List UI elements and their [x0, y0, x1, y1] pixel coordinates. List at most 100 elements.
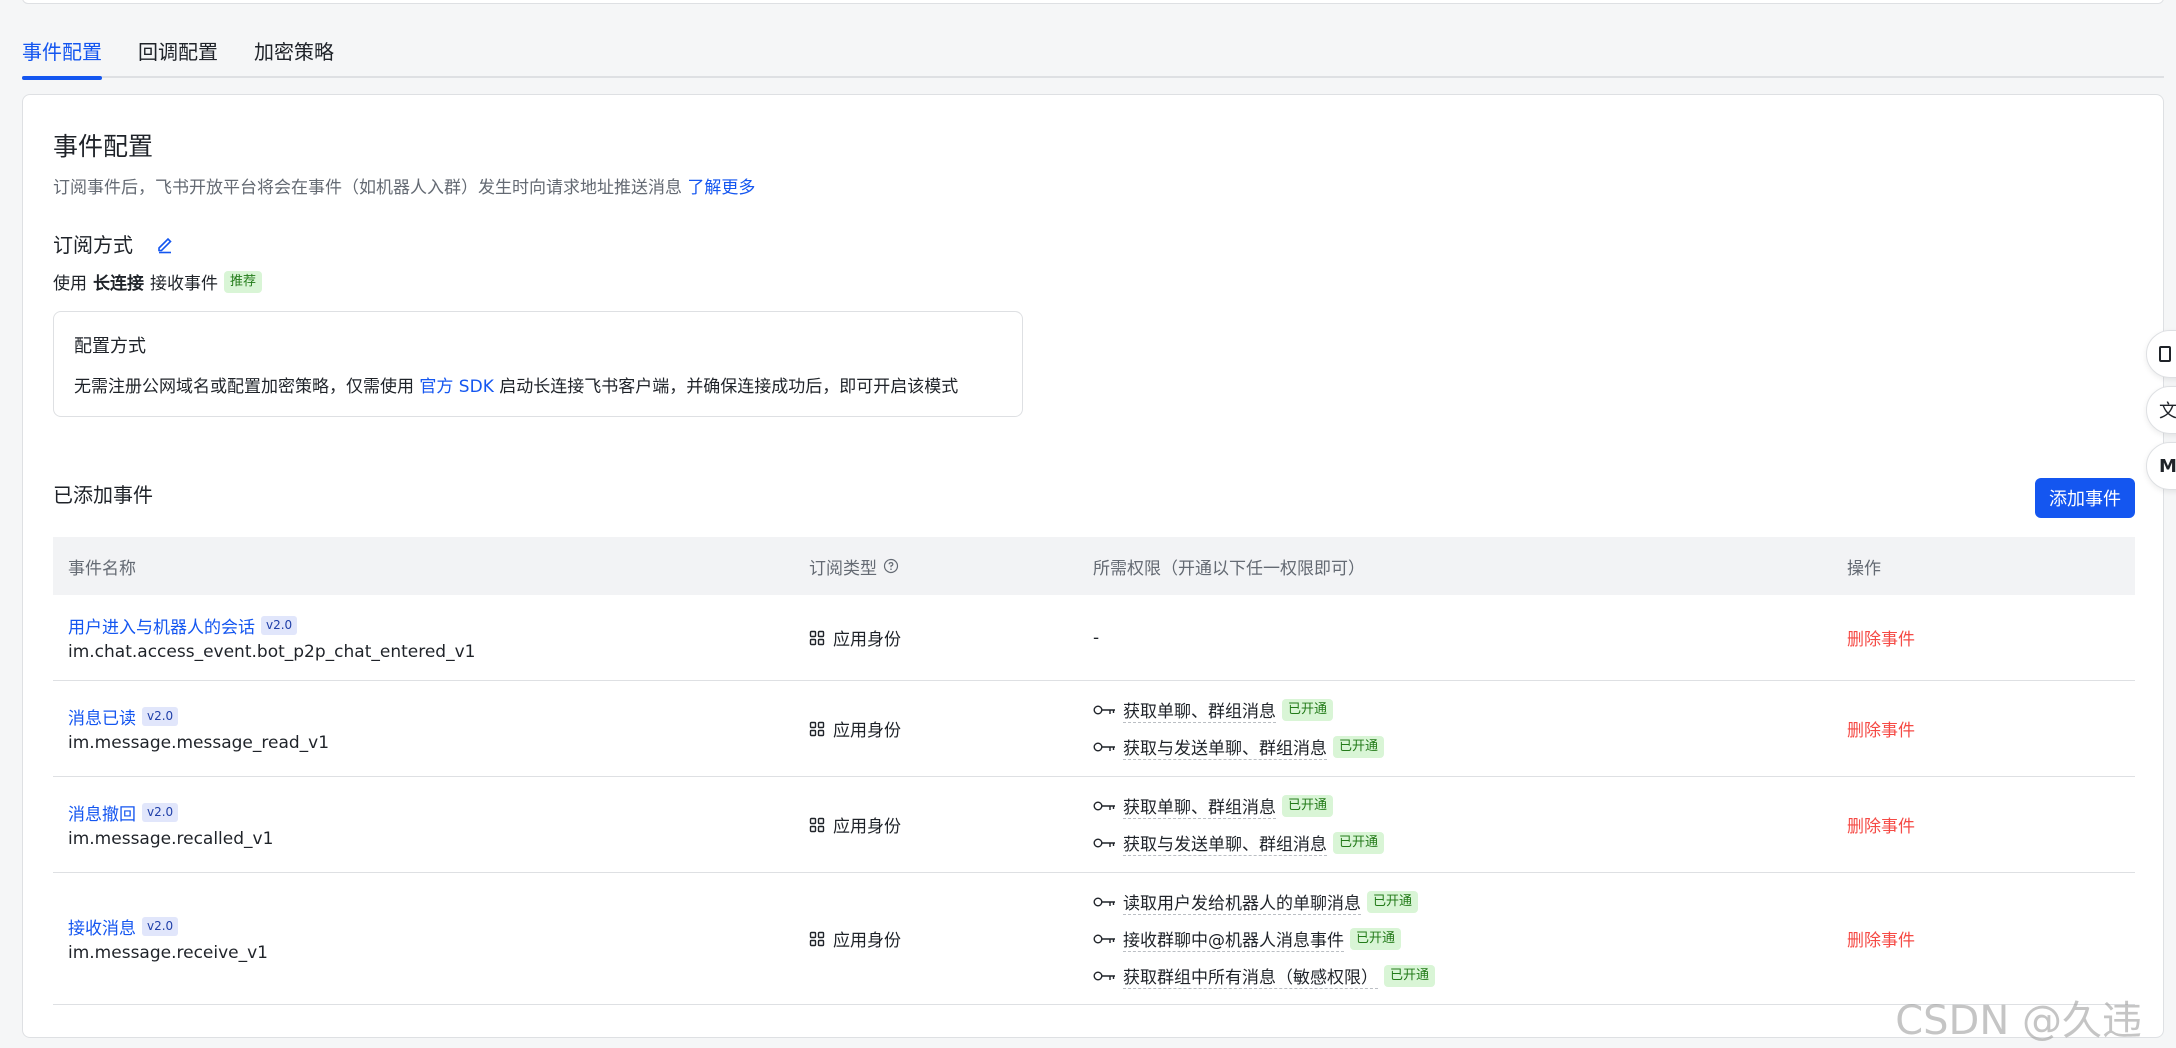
permission-name: 读取用户发给机器人的单聊消息 [1123, 889, 1361, 915]
tab-bar: 事件配置 回调配置 加密策略 [22, 28, 2164, 80]
subscription-type-cell: 应用身份 [809, 625, 1093, 650]
config-method-title: 配置方式 [74, 336, 146, 357]
subscription-mode-line: 使用 长连接 接收事件 推荐 [53, 269, 263, 294]
delete-event-button[interactable]: 删除事件 [1847, 817, 1915, 837]
subscription-type-text: 应用身份 [833, 630, 901, 650]
tab-event-config[interactable]: 事件配置 [22, 28, 102, 80]
event-cell: 消息已读 v2.0 im.message.message_read_v1 [53, 704, 809, 753]
permission-status-badge: 已开通 [1384, 964, 1436, 987]
version-badge: v2.0 [142, 803, 179, 822]
actions-cell: 删除事件 [1847, 926, 2135, 951]
learn-more-link[interactable]: 了解更多 [687, 178, 755, 198]
permissions-cell: 获取单聊、群组消息 已开通 获取与发送单聊、群组消息 已开通 [1093, 788, 1847, 862]
event-cell: 用户进入与机器人的会话 v2.0 im.chat.access_event.bo… [53, 613, 809, 662]
app-grid-icon [809, 931, 825, 946]
header-event-name: 事件名称 [68, 558, 136, 579]
table-row: 用户进入与机器人的会话 v2.0 im.chat.access_event.bo… [53, 595, 2135, 681]
table-row: 消息撤回 v2.0 im.message.recalled_v1 应用身份 获取… [53, 777, 2135, 873]
events-table: 事件名称 订阅类型 所需权限（开通以下任一权限即可） 操作 用户进入与机器人的会… [53, 537, 2135, 1005]
edit-icon[interactable] [155, 234, 175, 254]
event-key: im.message.receive_v1 [68, 943, 268, 963]
key-icon [1093, 705, 1115, 715]
method-name: 长连接 [93, 274, 144, 294]
watermark: CSDN @久违 [1895, 998, 2142, 1044]
event-name-text[interactable]: 消息撤回 [68, 800, 136, 825]
event-cell: 消息撤回 v2.0 im.message.recalled_v1 [53, 800, 809, 849]
no-permission-text: - [1093, 627, 1100, 648]
permission-name: 获取单聊、群组消息 [1123, 793, 1276, 819]
config-method-box: 配置方式 无需注册公网域名或配置加密策略，仅需使用 官方 SDK 启动长连接飞书… [53, 311, 1023, 417]
description-text: 订阅事件后，飞书开放平台将会在事件（如机器人入群）发生时向请求地址推送消息 [53, 178, 682, 198]
subscription-type-cell: 应用身份 [809, 812, 1093, 837]
key-icon [1093, 838, 1115, 848]
permissions-cell: 获取单聊、群组消息 已开通 获取与发送单聊、群组消息 已开通 [1093, 692, 1847, 766]
permission-name: 接收群聊中@机器人消息事件 [1123, 926, 1344, 952]
permission-status-badge: 已开通 [1333, 736, 1385, 758]
table-row: 消息已读 v2.0 im.message.message_read_v1 应用身… [53, 681, 2135, 777]
version-badge: v2.0 [142, 707, 179, 726]
event-name-text[interactable]: 消息已读 [68, 704, 136, 729]
permission-item: 接收群聊中@机器人消息事件 已开通 [1093, 920, 1847, 957]
delete-event-button[interactable]: 删除事件 [1847, 630, 1915, 650]
m-logo-icon: M [2159, 455, 2176, 477]
event-cell: 接收消息 v2.0 im.message.receive_v1 [53, 914, 809, 963]
event-key: im.message.message_read_v1 [68, 733, 330, 753]
table-header: 事件名称 订阅类型 所需权限（开通以下任一权限即可） 操作 [53, 537, 2135, 595]
permissions-cell: 读取用户发给机器人的单聊消息 已开通 接收群聊中@机器人消息事件 已开通 获取群… [1093, 883, 1847, 994]
actions-cell: 删除事件 [1847, 812, 2135, 837]
header-subscription-type: 订阅类型 [809, 554, 1093, 579]
help-circle-icon[interactable] [883, 558, 899, 574]
permission-name: 获取群组中所有消息（敏感权限） [1123, 963, 1378, 989]
permission-item: 获取与发送单聊、群组消息 已开通 [1093, 825, 1847, 862]
subscription-type-text: 应用身份 [833, 721, 901, 741]
translate-icon: 文 [2159, 401, 2176, 422]
event-name-link[interactable]: 接收消息 v2.0 [68, 914, 809, 939]
key-icon [1093, 742, 1115, 752]
tab-callback-config[interactable]: 回调配置 [138, 28, 218, 78]
event-name-text[interactable]: 用户进入与机器人的会话 [68, 613, 255, 638]
header-actions: 操作 [1847, 558, 1881, 579]
official-sdk-link[interactable]: 官方 SDK [419, 377, 493, 397]
subscription-type-cell: 应用身份 [809, 716, 1093, 741]
subscription-method-label: 订阅方式 [53, 229, 175, 258]
config-text-1: 无需注册公网域名或配置加密策略，仅需使用 [74, 377, 414, 397]
actions-cell: 删除事件 [1847, 625, 2135, 650]
permission-item: 获取群组中所有消息（敏感权限） 已开通 [1093, 957, 1847, 994]
use-suffix: 接收事件 [150, 274, 218, 294]
recommend-badge: 推荐 [224, 270, 263, 293]
permission-status-badge: 已开通 [1282, 795, 1334, 817]
key-icon [1093, 934, 1115, 943]
permissions-cell: - [1093, 628, 1847, 648]
actions-cell: 删除事件 [1847, 716, 2135, 741]
event-config-card: 事件配置 订阅事件后，飞书开放平台将会在事件（如机器人入群）发生时向请求地址推送… [22, 94, 2164, 1038]
event-name-link[interactable]: 消息撤回 v2.0 [68, 800, 809, 825]
permission-status-badge: 已开通 [1350, 927, 1402, 950]
event-key: im.message.recalled_v1 [68, 829, 274, 849]
permission-status-badge: 已开通 [1333, 832, 1385, 854]
tab-encryption-strategy[interactable]: 加密策略 [254, 28, 334, 78]
added-events-title: 已添加事件 [53, 483, 153, 507]
event-name-text[interactable]: 接收消息 [68, 914, 136, 939]
key-icon [1093, 801, 1115, 811]
key-icon [1093, 897, 1115, 906]
add-event-button[interactable]: 添加事件 [2035, 478, 2135, 518]
header-subscription-type-text: 订阅类型 [809, 558, 877, 579]
permission-item: 读取用户发给机器人的单聊消息 已开通 [1093, 883, 1847, 920]
top-panel-edge [22, 0, 2164, 4]
event-name-link[interactable]: 消息已读 v2.0 [68, 704, 809, 729]
app-grid-icon [809, 817, 825, 832]
table-row: 接收消息 v2.0 im.message.receive_v1 应用身份 读取用… [53, 873, 2135, 1005]
delete-event-button[interactable]: 删除事件 [1847, 931, 1915, 951]
subscription-type-cell: 应用身份 [809, 926, 1093, 951]
app-grid-icon [809, 721, 825, 736]
permission-item: 获取与发送单聊、群组消息 已开通 [1093, 729, 1847, 766]
permission-status-badge: 已开通 [1367, 890, 1419, 913]
subscription-type-text: 应用身份 [833, 931, 901, 951]
event-name-link[interactable]: 用户进入与机器人的会话 v2.0 [68, 613, 809, 638]
delete-event-button[interactable]: 删除事件 [1847, 721, 1915, 741]
section-description: 订阅事件后，飞书开放平台将会在事件（如机器人入群）发生时向请求地址推送消息 了解… [53, 173, 755, 198]
permission-name: 获取与发送单聊、群组消息 [1123, 830, 1327, 856]
key-icon [1093, 971, 1115, 980]
config-text-2: 启动长连接飞书客户端，并确保连接成功后，即可开启该模式 [499, 377, 959, 397]
app-grid-icon [809, 630, 825, 645]
